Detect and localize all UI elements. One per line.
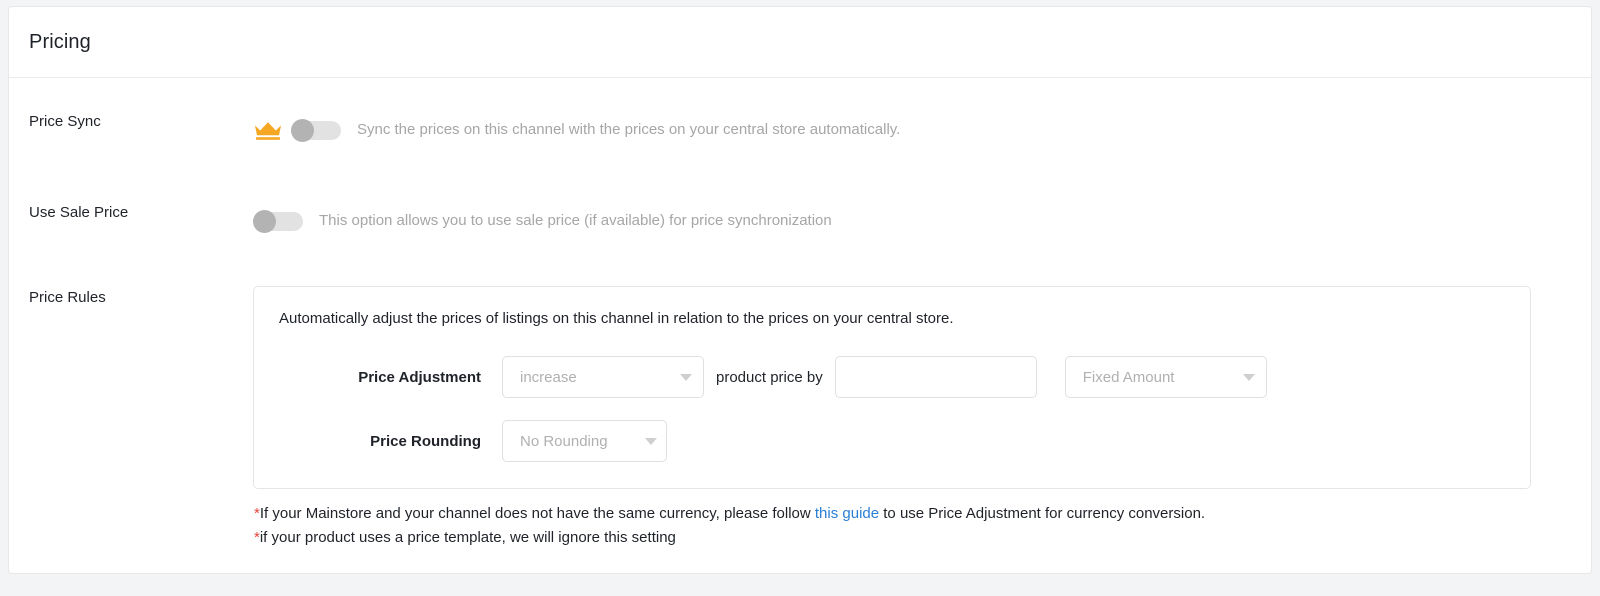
footnote-text-after-link: to use Price Adjustment for currency con…	[879, 505, 1205, 522]
price-rounding-line: Price Rounding No Rounding	[278, 420, 1506, 462]
this-guide-link[interactable]: this guide	[815, 505, 879, 522]
use-sale-price-control: This option allows you to use sale price…	[253, 202, 1591, 232]
price-rules-footnotes: *If your Mainstore and your channel does…	[253, 502, 1569, 550]
price-rules-intro-text: Automatically adjust the prices of listi…	[278, 309, 1506, 329]
pricing-card: Pricing Price Sync Sync the prices	[8, 6, 1592, 574]
price-adjustment-direction-select[interactable]: increase	[502, 356, 704, 398]
footnote-currency: *If your Mainstore and your channel does…	[254, 502, 1569, 526]
price-adjustment-line: Price Adjustment increase product price …	[278, 356, 1506, 398]
price-adjustment-direction-value: increase	[520, 369, 670, 386]
toggle-knob	[291, 119, 314, 142]
price-rules-row: Price Rules Automatically adjust the pri…	[9, 286, 1591, 550]
crown-icon	[253, 119, 283, 141]
price-adjustment-type-value: Fixed Amount	[1083, 369, 1233, 386]
price-sync-control: Sync the prices on this channel with the…	[253, 110, 1591, 141]
price-rounding-label: Price Rounding	[278, 433, 502, 450]
page-title: Pricing	[29, 31, 91, 54]
price-sync-row: Price Sync Sync the prices on this chann…	[9, 110, 1591, 141]
footnote-text-before-link: If your Mainstore and your channel does …	[260, 505, 815, 522]
use-sale-price-label: Use Sale Price	[9, 202, 253, 223]
price-rules-panel: Automatically adjust the prices of listi…	[253, 286, 1531, 489]
chevron-down-icon	[645, 438, 657, 445]
price-sync-help-text: Sync the prices on this channel with the…	[357, 120, 900, 140]
price-sync-label: Price Sync	[9, 110, 253, 132]
footnote-template-text: if your product uses a price template, w…	[260, 529, 676, 546]
price-adjustment-label: Price Adjustment	[278, 369, 502, 386]
price-rounding-value: No Rounding	[520, 433, 637, 450]
price-sync-toggle[interactable]	[291, 119, 341, 141]
use-sale-price-toggle[interactable]	[253, 210, 303, 232]
price-adjustment-type-select[interactable]: Fixed Amount	[1065, 356, 1267, 398]
use-sale-price-help-text: This option allows you to use sale price…	[319, 211, 832, 231]
price-rules-control: Automatically adjust the prices of listi…	[253, 286, 1591, 550]
price-adjustment-midtext: product price by	[704, 369, 835, 386]
toggle-knob	[253, 210, 276, 233]
chevron-down-icon	[680, 374, 692, 381]
price-adjustment-amount-input[interactable]	[835, 356, 1037, 398]
price-rounding-select[interactable]: No Rounding	[502, 420, 667, 462]
chevron-down-icon	[1243, 374, 1255, 381]
pricing-settings-page: Pricing Price Sync Sync the prices	[0, 0, 1600, 596]
footnote-template: *if your product uses a price template, …	[254, 526, 1569, 550]
pricing-card-header: Pricing	[9, 7, 1591, 78]
price-rules-label: Price Rules	[9, 286, 253, 308]
use-sale-price-row: Use Sale Price This option allows you to…	[9, 202, 1591, 232]
pricing-card-body: Price Sync Sync the prices on this chann…	[9, 110, 1591, 550]
